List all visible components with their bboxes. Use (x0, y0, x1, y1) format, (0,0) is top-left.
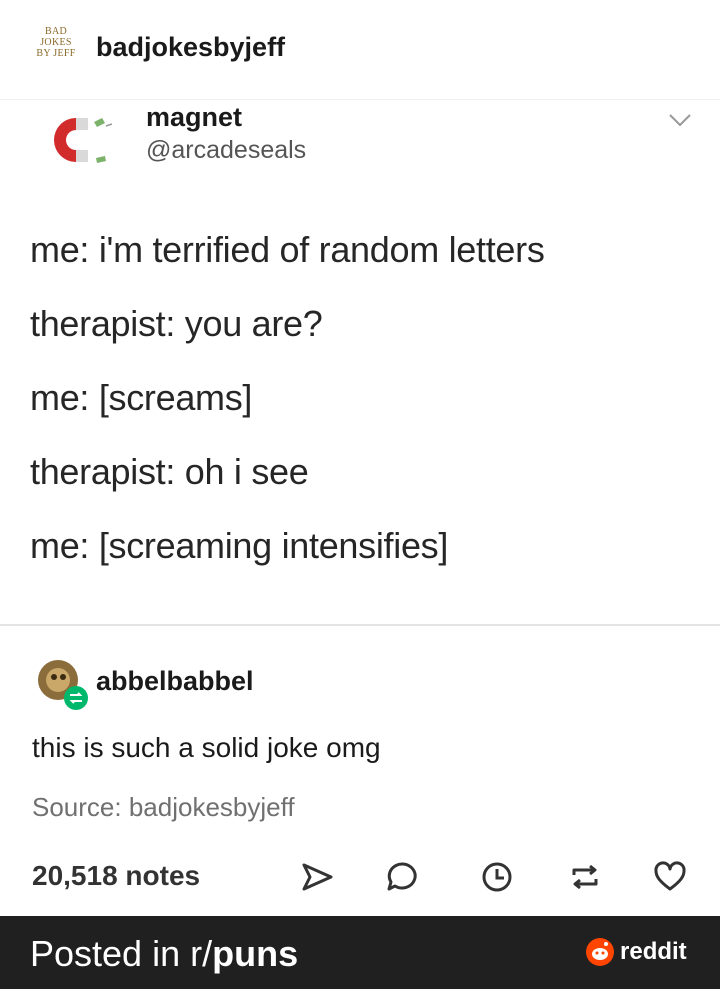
footer-caption: Posted in r/puns (30, 933, 298, 975)
post-line: therapist: you are? (30, 303, 323, 344)
post-line: me: [screaming intensifies] (30, 525, 449, 566)
share-icon[interactable] (298, 858, 336, 896)
source-link[interactable]: Source: badjokesbyjeff (32, 792, 295, 823)
reblogger-name[interactable]: abbelbabbel (96, 666, 254, 697)
post-body: me: i'm terrified of random letters ther… (30, 230, 700, 600)
post-line: me: [screams] (30, 377, 253, 418)
like-icon[interactable] (651, 858, 689, 896)
chevron-down-icon[interactable] (668, 112, 692, 128)
post-header: magnet @arcadeseals (0, 100, 720, 190)
post-line: therapist: oh i see (30, 451, 309, 492)
reblog-section: abbelbabbel this is such a solid joke om… (0, 626, 720, 916)
notes-count[interactable]: 20,518 notes (32, 860, 200, 892)
reblog-comment: this is such a solid joke omg (32, 732, 381, 763)
reddit-logo-icon (586, 938, 614, 966)
magnet-avatar-icon[interactable] (36, 108, 116, 172)
footer-bar: Posted in r/puns reddit (0, 916, 720, 989)
user-avatar-icon[interactable] (36, 658, 90, 712)
subreddit-name[interactable]: puns (212, 933, 298, 974)
blog-name[interactable]: badjokesbyjeff (96, 32, 285, 63)
post-author-name[interactable]: magnet (146, 102, 242, 133)
history-icon[interactable] (478, 858, 516, 896)
blog-logo[interactable]: BAD JOKES BY JEFF (28, 26, 84, 74)
reddit-wordmark: reddit (620, 938, 687, 965)
post-line: me: i'm terrified of random letters (30, 229, 545, 270)
reblog-icon[interactable] (566, 858, 604, 896)
reddit-brand[interactable]: reddit (585, 937, 697, 969)
blog-header: BAD JOKES BY JEFF badjokesbyjeff (0, 0, 720, 100)
reply-icon[interactable] (384, 858, 422, 896)
footer-prefix: Posted in r/ (30, 933, 213, 974)
post-author-handle[interactable]: @arcadeseals (146, 136, 306, 165)
